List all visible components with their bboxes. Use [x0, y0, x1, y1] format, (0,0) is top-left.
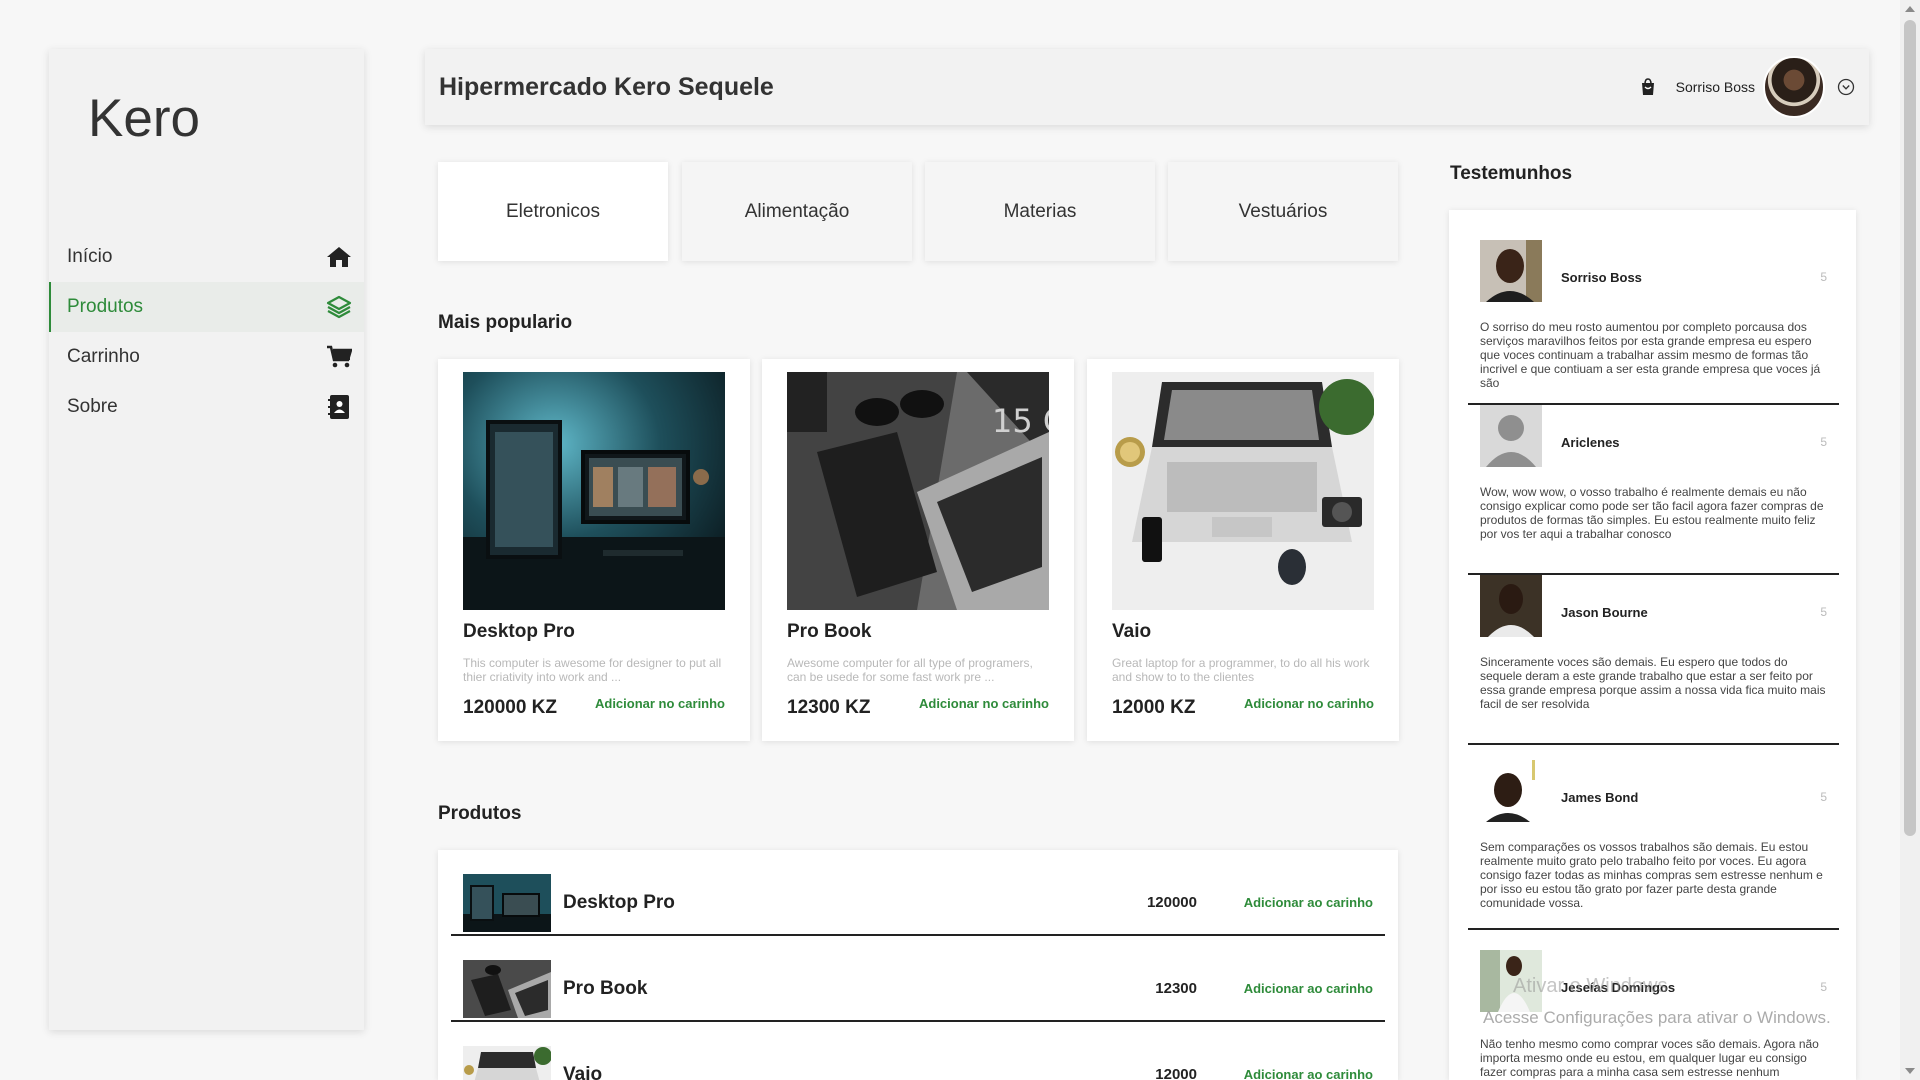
product-list: Desktop Pro 120000 Adicionar ao carinho … [438, 850, 1398, 1080]
testimonial-item: Jeseías Domingos 5 Não tenho mesmo como … [1468, 930, 1839, 1080]
sidebar-item-label: Carrinho [67, 346, 140, 367]
home-icon [326, 244, 352, 270]
popular-card-pro-book[interactable]: 15 C Pro Book Awesome computer for all t… [762, 359, 1074, 741]
add-to-cart-button[interactable]: Adicionar ao carinho [1244, 895, 1373, 910]
product-price: 12300 KZ [787, 697, 871, 718]
testimonial-rating: 5 [1820, 605, 1827, 619]
testimonial-item: Jason Bourne 5 Sinceramente voces são de… [1468, 575, 1839, 745]
testimonial-item: Sorriso Boss 5 O sorriso do meu rosto au… [1468, 210, 1839, 405]
sidebar-item-inicio[interactable]: Início [49, 232, 364, 282]
sidebar: Kero Início Produtos Carrinho Sobre [49, 49, 364, 1030]
product-description: Awesome computer for all type of program… [787, 656, 1033, 684]
sidebar-item-produtos[interactable]: Produtos [49, 282, 364, 332]
product-image-vaio [1112, 372, 1374, 610]
sidebar-item-label: Sobre [67, 396, 118, 417]
scroll-down-arrow-icon[interactable] [1905, 1068, 1915, 1074]
sidebar-item-label: Início [67, 246, 113, 267]
user-name: Sorriso Boss [1675, 79, 1755, 95]
avatar[interactable] [1763, 56, 1825, 118]
category-materias[interactable]: Materias [925, 162, 1155, 261]
top-header: Hipermercado Kero Sequele Sorriso Boss [425, 49, 1869, 125]
testimonial-item: James Bond 5 Sem comparações os vossos t… [1468, 745, 1839, 930]
header-user-area: Sorriso Boss [1640, 56, 1855, 118]
app-logo: Kero [88, 89, 200, 148]
popular-card-vaio[interactable]: Vaio Great laptop for a programmer, to d… [1087, 359, 1399, 741]
avatar [1480, 760, 1542, 822]
product-name: Pro Book [787, 621, 872, 642]
category-label: Eletronicos [506, 200, 600, 222]
cart-icon [326, 344, 352, 370]
testimonials-section-title: Testemunhos [1450, 163, 1573, 184]
product-name: Vaio [563, 1064, 603, 1080]
popular-section-title: Mais populario [438, 312, 573, 333]
category-label: Vestuários [1238, 200, 1328, 222]
add-to-cart-button[interactable]: Adicionar no carinho [919, 696, 1049, 711]
sidebar-item-label: Produtos [67, 296, 144, 317]
product-thumbnail [463, 874, 551, 932]
testimonial-author: James Bond [1561, 790, 1639, 805]
popular-card-desktop-pro[interactable]: Desktop Pro This computer is awesome for… [438, 359, 750, 741]
add-to-cart-button[interactable]: Adicionar ao carinho [1244, 1067, 1373, 1080]
chevron-down-circle-icon[interactable] [1837, 78, 1855, 96]
product-price: 12000 KZ [1112, 697, 1196, 718]
page-title: Hipermercado Kero Sequele [439, 72, 774, 101]
product-name: Pro Book [563, 978, 648, 999]
testimonial-text: Não tenho mesmo como comprar voces são d… [1480, 1037, 1819, 1079]
scrollbar-thumb[interactable] [1904, 20, 1916, 836]
windows-activation-watermark-title: Ativar o Windows [1513, 975, 1668, 997]
category-label: Alimentação [744, 200, 850, 222]
testimonial-text: Sinceramente voces são demais. Eu espero… [1480, 655, 1826, 711]
testimonial-text: Sem comparações os vossos trabalhos são … [1480, 840, 1823, 910]
product-price: 120000 KZ [463, 697, 558, 718]
testimonial-rating: 5 [1820, 435, 1827, 449]
testimonial-text: O sorriso do meu rosto aumentou por comp… [1480, 320, 1821, 390]
product-price: 12000 [1155, 1066, 1197, 1080]
category-eletronicos[interactable]: Eletronicos [438, 162, 668, 261]
table-row[interactable]: Vaio 12000 Adicionar ao carinho [451, 1022, 1385, 1080]
page-scrollbar[interactable] [1900, 0, 1920, 1080]
category-label: Materias [1003, 200, 1077, 222]
windows-activation-watermark-text: Acesse Configurações para ativar o Windo… [1483, 1008, 1831, 1027]
product-description: This computer is awesome for designer to… [463, 656, 722, 684]
avatar [1480, 405, 1542, 467]
testimonial-author: Ariclenes [1561, 435, 1620, 450]
avatar [1480, 240, 1542, 302]
product-price: 12300 [1155, 980, 1197, 997]
table-row[interactable]: Desktop Pro 120000 Adicionar ao carinho [451, 850, 1385, 936]
product-price: 120000 [1146, 894, 1197, 911]
avatar [1480, 575, 1542, 637]
testimonials-panel: Sorriso Boss 5 O sorriso do meu rosto au… [1449, 210, 1856, 1080]
product-thumbnail [463, 1046, 551, 1080]
testimonial-author: Jason Bourne [1561, 605, 1648, 620]
category-vestuarios[interactable]: Vestuários [1168, 162, 1398, 261]
svg-text:15 C: 15 C [992, 402, 1049, 440]
category-alimentacao[interactable]: Alimentação [682, 162, 912, 261]
testimonial-rating: 5 [1820, 980, 1827, 994]
add-to-cart-button[interactable]: Adicionar ao carinho [1244, 981, 1373, 996]
testimonial-rating: 5 [1820, 270, 1827, 284]
product-name: Vaio [1112, 621, 1152, 642]
contact-book-icon [326, 394, 352, 420]
testimonial-rating: 5 [1820, 790, 1827, 804]
sidebar-nav: Início Produtos Carrinho Sobre [49, 232, 364, 432]
product-name: Desktop Pro [563, 892, 675, 913]
add-to-cart-button[interactable]: Adicionar no carinho [1244, 696, 1374, 711]
add-to-cart-button[interactable]: Adicionar no carinho [595, 696, 725, 711]
product-image-pro-book: 15 C [787, 372, 1049, 610]
product-image-desktop-pro [463, 372, 725, 610]
testimonial-author: Sorriso Boss [1561, 270, 1642, 285]
products-section-title: Produtos [438, 803, 522, 824]
scroll-up-arrow-icon[interactable] [1905, 6, 1915, 12]
product-name: Desktop Pro [463, 621, 575, 642]
sidebar-item-sobre[interactable]: Sobre [49, 382, 364, 432]
table-row[interactable]: Pro Book 12300 Adicionar ao carinho [451, 936, 1385, 1022]
testimonial-item: Ariclenes 5 Wow, wow wow, o vosso trabal… [1468, 405, 1839, 575]
testimonial-text: Wow, wow wow, o vosso trabalho é realmen… [1480, 485, 1824, 541]
sidebar-item-carrinho[interactable]: Carrinho [49, 332, 364, 382]
shopping-bag-icon[interactable] [1640, 78, 1658, 96]
product-thumbnail [463, 960, 551, 1018]
product-description: Great laptop for a programmer, to do all… [1112, 656, 1370, 684]
layers-icon [326, 294, 352, 320]
